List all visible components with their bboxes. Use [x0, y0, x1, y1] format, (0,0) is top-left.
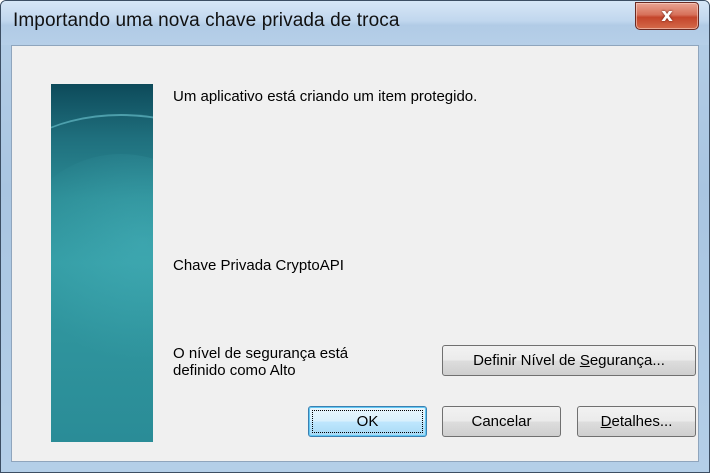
- ok-button[interactable]: OK: [308, 406, 427, 437]
- set-security-label-start: Definir Nível de: [473, 352, 580, 369]
- ok-label: OK: [356, 413, 379, 430]
- details-accelerator: D: [600, 413, 612, 430]
- security-banner-image: [51, 84, 153, 442]
- message-text: Um aplicativo está criando um item prote…: [173, 88, 478, 105]
- details-label-end: etalhes...: [611, 413, 673, 430]
- security-level-text-line2: definido como Alto: [173, 362, 296, 379]
- item-name-text: Chave Privada CryptoAPI: [173, 257, 344, 274]
- security-level-text-line1: O nível de segurança está: [173, 345, 349, 362]
- details-button[interactable]: Detalhes...: [577, 406, 696, 437]
- dialog-client-area: Um aplicativo está criando um item prote…: [11, 45, 699, 462]
- cancel-label: Cancelar: [471, 413, 532, 430]
- set-security-label-end: egurança...: [589, 352, 665, 369]
- close-icon: x: [661, 5, 673, 26]
- dialog-window: Importando uma nova chave privada de tro…: [0, 0, 710, 473]
- title-bar[interactable]: Importando uma nova chave privada de tro…: [1, 1, 709, 45]
- set-security-level-button[interactable]: Definir Nível de Segurança...: [442, 345, 696, 376]
- window-title: Importando uma nova chave privada de tro…: [13, 10, 400, 31]
- close-button[interactable]: x: [635, 2, 699, 30]
- set-security-accelerator: S: [579, 352, 590, 369]
- cancel-button[interactable]: Cancelar: [442, 406, 561, 437]
